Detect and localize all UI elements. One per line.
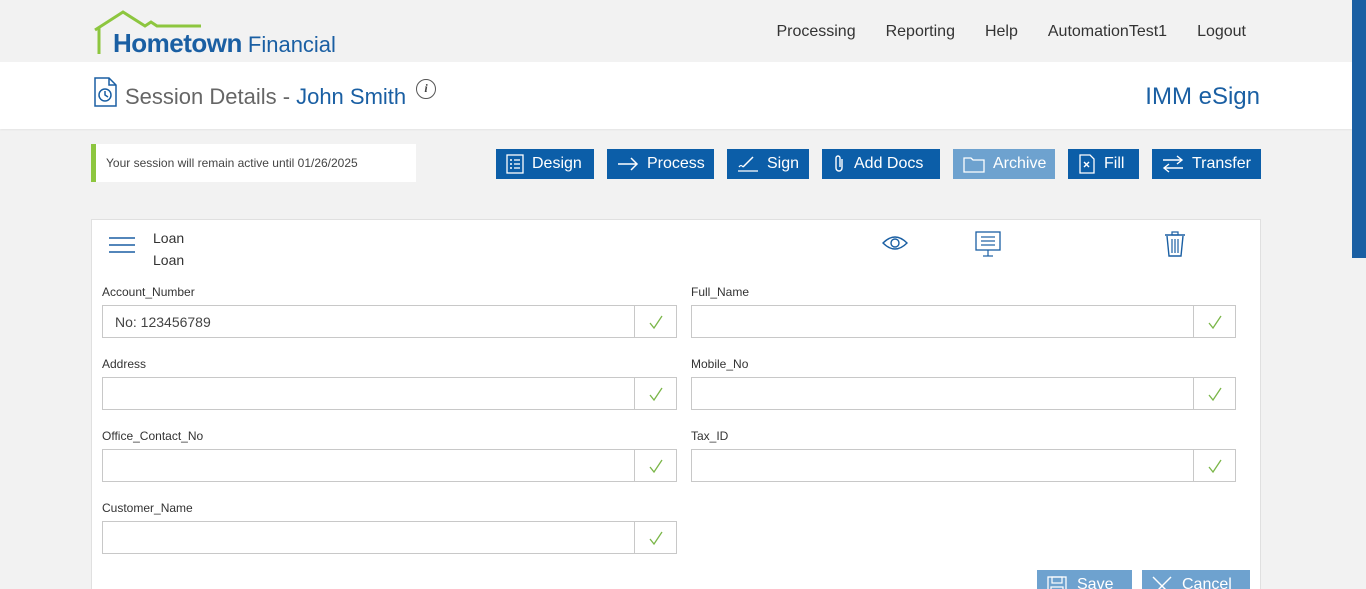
transfer-arrows-icon	[1162, 155, 1184, 173]
session-expiry-notice: Your session will remain active until 01…	[91, 144, 416, 182]
document-title: Loan	[153, 230, 185, 246]
presentation-screen-icon[interactable]	[975, 231, 1001, 257]
floppy-save-icon	[1047, 576, 1067, 589]
transfer-button-label: Transfer	[1192, 155, 1251, 172]
form-fill-icon	[1079, 154, 1095, 174]
mobile-no-confirm[interactable]	[1193, 378, 1235, 409]
customer-name-input[interactable]	[103, 522, 634, 553]
office-contact-no-label: Office_Contact_No	[102, 429, 204, 443]
folder-icon	[963, 157, 985, 173]
top-navigation-bar: Hometown Financial Processing Reporting H…	[0, 0, 1366, 62]
customer-name-label: Customer_Name	[102, 501, 193, 515]
full-name-field	[691, 305, 1236, 338]
page-title-prefix: Session Details -	[125, 84, 291, 109]
hometown-financial-logo[interactable]: Hometown Financial	[93, 10, 373, 58]
save-button-label: Save	[1077, 576, 1114, 589]
scrollbar-thumb[interactable]	[1352, 0, 1366, 258]
full-name-label: Full_Name	[691, 285, 750, 299]
trash-delete-icon[interactable]	[1164, 231, 1186, 257]
eye-preview-icon[interactable]	[882, 235, 908, 251]
nav-help[interactable]: Help	[985, 23, 1018, 41]
design-list-icon	[506, 154, 524, 174]
main-nav: Processing Reporting Help AutomationTest…	[776, 23, 1246, 41]
session-history-icon	[94, 77, 117, 107]
address-confirm[interactable]	[634, 378, 676, 409]
checkmark-icon	[648, 531, 663, 545]
cancel-button-label: Cancel	[1182, 576, 1232, 589]
account-number-label: Account_Number	[102, 285, 195, 299]
archive-button-label: Archive	[993, 155, 1047, 172]
save-button[interactable]: Save	[1037, 570, 1132, 589]
customer-name-field	[102, 521, 677, 554]
checkmark-icon	[648, 387, 663, 401]
checkmark-icon	[1207, 315, 1222, 329]
tax-id-field	[691, 449, 1236, 482]
transfer-button[interactable]: Transfer	[1152, 149, 1261, 179]
cancel-button[interactable]: Cancel	[1142, 570, 1250, 589]
sign-button-label: Sign	[767, 155, 800, 172]
mobile-no-field	[691, 377, 1236, 410]
mobile-no-input[interactable]	[692, 378, 1193, 409]
page-scrollbar[interactable]	[1352, 0, 1366, 589]
add-docs-button-label: Add Docs	[854, 155, 924, 172]
product-brand: IMM eSign	[1145, 83, 1260, 110]
pen-sign-icon	[738, 156, 758, 172]
document-titles: Loan Loan	[153, 227, 184, 271]
info-icon[interactable]: i	[416, 79, 436, 99]
nav-user-account[interactable]: AutomationTest1	[1048, 23, 1167, 41]
office-contact-no-input[interactable]	[103, 450, 634, 481]
logo-wordmark: Hometown Financial	[113, 28, 336, 59]
checkmark-icon	[1207, 387, 1222, 401]
full-name-input[interactable]	[692, 306, 1193, 337]
sign-button[interactable]: Sign	[727, 149, 809, 179]
nav-reporting[interactable]: Reporting	[886, 23, 955, 41]
process-button-label: Process	[647, 155, 705, 172]
add-docs-button[interactable]: Add Docs	[822, 149, 940, 179]
office-contact-no-field	[102, 449, 677, 482]
process-button[interactable]: Process	[607, 149, 714, 179]
mobile-no-label: Mobile_No	[691, 357, 749, 371]
arrow-right-icon	[618, 157, 639, 171]
checkmark-icon	[1207, 459, 1222, 473]
tax-id-confirm[interactable]	[1193, 450, 1235, 481]
address-input[interactable]	[103, 378, 634, 409]
nav-logout[interactable]: Logout	[1197, 23, 1246, 41]
close-x-icon	[1152, 576, 1172, 589]
account-number-input[interactable]	[103, 306, 634, 337]
office-contact-no-confirm[interactable]	[634, 450, 676, 481]
nav-processing[interactable]: Processing	[776, 23, 855, 41]
address-field	[102, 377, 677, 410]
customer-name-confirm[interactable]	[634, 522, 676, 553]
document-subtitle: Loan	[153, 252, 185, 268]
tax-id-input[interactable]	[692, 450, 1193, 481]
logo-sub-text: Financial	[247, 32, 336, 57]
session-customer-name: John Smith	[296, 84, 407, 109]
address-label: Address	[102, 357, 147, 371]
page-title: Session Details - John Smith	[125, 84, 406, 110]
design-button[interactable]: Design	[496, 149, 594, 179]
fill-button-label: Fill	[1104, 155, 1125, 172]
account-number-confirm[interactable]	[634, 306, 676, 337]
document-form-card: Loan Loan Account_Number Full_Name	[91, 219, 1261, 589]
paperclip-icon	[835, 155, 843, 172]
fill-button[interactable]: Fill	[1068, 149, 1139, 179]
account-number-field	[102, 305, 677, 338]
tax-id-label: Tax_ID	[691, 429, 729, 443]
full-name-confirm[interactable]	[1193, 306, 1235, 337]
design-button-label: Design	[532, 155, 582, 172]
hamburger-menu-icon[interactable]	[109, 237, 135, 253]
checkmark-icon	[648, 459, 663, 473]
logo-main-text: Hometown	[113, 28, 242, 58]
session-header: Session Details - John Smith i IMM eSign	[0, 62, 1352, 129]
archive-button[interactable]: Archive	[953, 149, 1055, 179]
checkmark-icon	[648, 315, 663, 329]
